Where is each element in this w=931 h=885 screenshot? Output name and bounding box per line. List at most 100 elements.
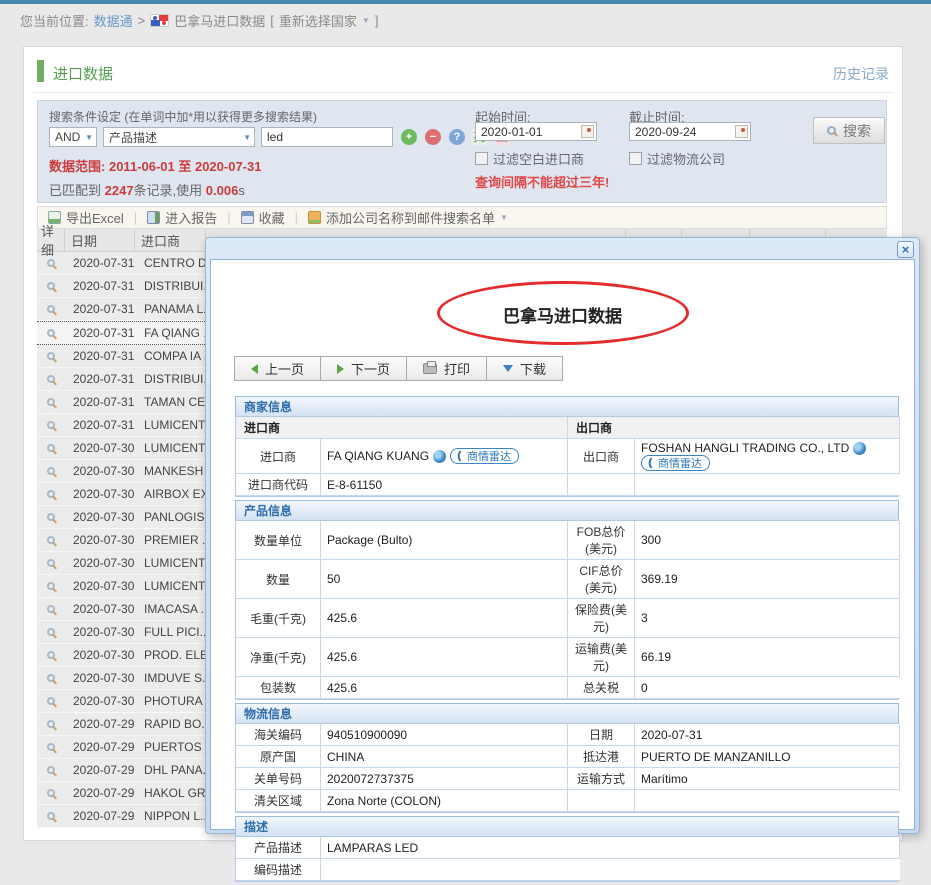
- detail-magnifier-icon[interactable]: [47, 305, 55, 313]
- detail-magnifier-icon[interactable]: [47, 282, 55, 290]
- importer-label: 进口商: [236, 439, 321, 474]
- radar-badge[interactable]: 商情雷达: [450, 448, 519, 464]
- field-value: 3: [635, 599, 900, 638]
- field-label: 海关编码: [236, 724, 321, 746]
- detail-magnifier-icon[interactable]: [47, 490, 55, 498]
- checkbox-icon[interactable]: [475, 152, 488, 165]
- prev-page-button[interactable]: 上一页: [234, 356, 321, 381]
- matched-count: 2247: [105, 183, 134, 198]
- detail-magnifier-icon[interactable]: [47, 605, 55, 613]
- enter-report-button[interactable]: 进入报告: [147, 208, 217, 227]
- detail-magnifier-icon[interactable]: [47, 812, 55, 820]
- detail-magnifier-icon[interactable]: [47, 444, 55, 452]
- boolean-operator-value: AND: [55, 130, 80, 144]
- help-icon[interactable]: ?: [449, 129, 465, 145]
- download-button[interactable]: 下载: [486, 356, 563, 381]
- end-date-input[interactable]: 2020-09-24: [629, 122, 751, 141]
- search-field-value: 产品描述: [109, 129, 157, 146]
- next-page-button[interactable]: 下一页: [320, 356, 407, 381]
- detail-magnifier-icon[interactable]: [47, 375, 55, 383]
- bookmark-icon: [241, 211, 254, 224]
- field-label: 包装数: [236, 677, 321, 699]
- add-condition-icon[interactable]: +: [401, 129, 417, 145]
- field-label: 运输费(美元): [568, 638, 635, 677]
- breadcrumb-home-link[interactable]: 数据通: [94, 11, 133, 30]
- arrow-right-icon: [337, 364, 344, 374]
- detail-magnifier-icon[interactable]: [47, 720, 55, 728]
- calendar-icon[interactable]: [581, 125, 594, 138]
- chevron-down-icon: ▼: [243, 133, 251, 142]
- detail-magnifier-icon[interactable]: [47, 674, 55, 682]
- keyword-input[interactable]: [261, 127, 393, 147]
- search-button[interactable]: 搜索: [813, 117, 885, 144]
- field-value: LAMPARAS LED: [321, 837, 900, 859]
- field-label: 产品描述: [236, 837, 321, 859]
- detail-magnifier-icon[interactable]: [47, 651, 55, 659]
- calendar-icon[interactable]: [735, 125, 748, 138]
- detail-modal: × 巴拿马进口数据 上一页 下一页 打印 下载 商家信息 进口商 出口商 进口商…: [205, 237, 920, 834]
- history-link[interactable]: 历史记录: [833, 64, 889, 84]
- importer-value: FA QIANG KUANG 商情雷达: [321, 439, 568, 474]
- header-divider: [33, 92, 893, 93]
- remove-condition-icon[interactable]: −: [425, 129, 441, 145]
- radar-badge[interactable]: 商情雷达: [641, 455, 710, 471]
- field-label: 净重(千克): [236, 638, 321, 677]
- detail-magnifier-icon[interactable]: [47, 467, 55, 475]
- close-icon[interactable]: ×: [897, 241, 914, 258]
- globe-icon[interactable]: [853, 442, 866, 455]
- detail-magnifier-icon[interactable]: [47, 628, 55, 636]
- end-date-value: 2020-09-24: [635, 125, 696, 139]
- field-value: CHINA: [321, 746, 568, 768]
- detail-magnifier-icon[interactable]: [47, 559, 55, 567]
- field-label: 总关税: [568, 677, 635, 699]
- detail-magnifier-icon[interactable]: [47, 398, 55, 406]
- search-field-select[interactable]: 产品描述 ▼: [103, 127, 255, 147]
- field-label: 编码描述: [236, 859, 321, 881]
- logistics-section-header: 物流信息: [235, 703, 899, 723]
- checkbox-icon[interactable]: [629, 152, 642, 165]
- printer-icon: [423, 363, 437, 374]
- field-value: PUERTO DE MANZANILLO: [635, 746, 900, 768]
- field-value: 425.6: [321, 677, 568, 699]
- detail-magnifier-icon[interactable]: [47, 766, 55, 774]
- importer-code-label: 进口商代码: [236, 474, 321, 496]
- modal-nav-buttons: 上一页 下一页 打印 下载: [235, 356, 563, 381]
- chevron-down-icon: ▼: [85, 133, 93, 142]
- description-section: 描述 产品描述 LAMPARAS LED 编码描述: [235, 816, 899, 882]
- download-icon: [503, 365, 513, 372]
- detail-magnifier-icon[interactable]: [47, 536, 55, 544]
- detail-magnifier-icon[interactable]: [47, 259, 55, 267]
- field-value: 940510900090: [321, 724, 568, 746]
- reselect-country-link[interactable]: 重新选择国家: [279, 11, 357, 30]
- chevron-down-icon: ▼: [500, 213, 508, 222]
- detail-magnifier-icon[interactable]: [47, 352, 55, 360]
- breadcrumb-separator: >: [138, 13, 146, 28]
- matched-time: 0.006: [206, 183, 239, 198]
- reselect-close: ]: [375, 13, 379, 28]
- detail-magnifier-icon[interactable]: [47, 743, 55, 751]
- filter-blank-importer-label: 过滤空白进口商: [493, 149, 584, 168]
- panama-flag-icon: [150, 14, 169, 27]
- boolean-operator-select[interactable]: AND ▼: [49, 127, 97, 147]
- detail-magnifier-icon[interactable]: [47, 789, 55, 797]
- exporter-value: FOSHAN HANGLI TRADING CO., LTD 商情雷达: [635, 439, 900, 474]
- add-mail-list-button[interactable]: 添加公司名称到邮件搜索名单▼: [308, 208, 508, 227]
- detail-magnifier-icon[interactable]: [47, 697, 55, 705]
- data-range-text: 数据范围: 2011-06-01 至 2020-07-31: [49, 156, 261, 175]
- start-date-input[interactable]: 2020-01-01: [475, 122, 597, 141]
- favorite-button[interactable]: 收藏: [241, 208, 285, 227]
- col-detail: 详细: [37, 229, 65, 251]
- detail-magnifier-icon[interactable]: [47, 329, 55, 337]
- detail-magnifier-icon[interactable]: [47, 513, 55, 521]
- detail-magnifier-icon[interactable]: [47, 582, 55, 590]
- field-value: 369.19: [635, 560, 900, 599]
- detail-magnifier-icon[interactable]: [47, 421, 55, 429]
- field-label: 清关区域: [236, 790, 321, 812]
- merchant-section: 商家信息 进口商 出口商 进口商 FA QIANG KUANG 商情雷达 出口商…: [235, 396, 899, 497]
- field-value: 2020-07-31: [635, 724, 900, 746]
- filter-blank-importer-checkbox[interactable]: 过滤空白进口商: [475, 149, 584, 168]
- print-button[interactable]: 打印: [406, 356, 487, 381]
- filter-logistics-checkbox[interactable]: 过滤物流公司: [629, 149, 725, 168]
- globe-icon[interactable]: [433, 450, 446, 463]
- importer-column-header: 进口商: [236, 417, 568, 439]
